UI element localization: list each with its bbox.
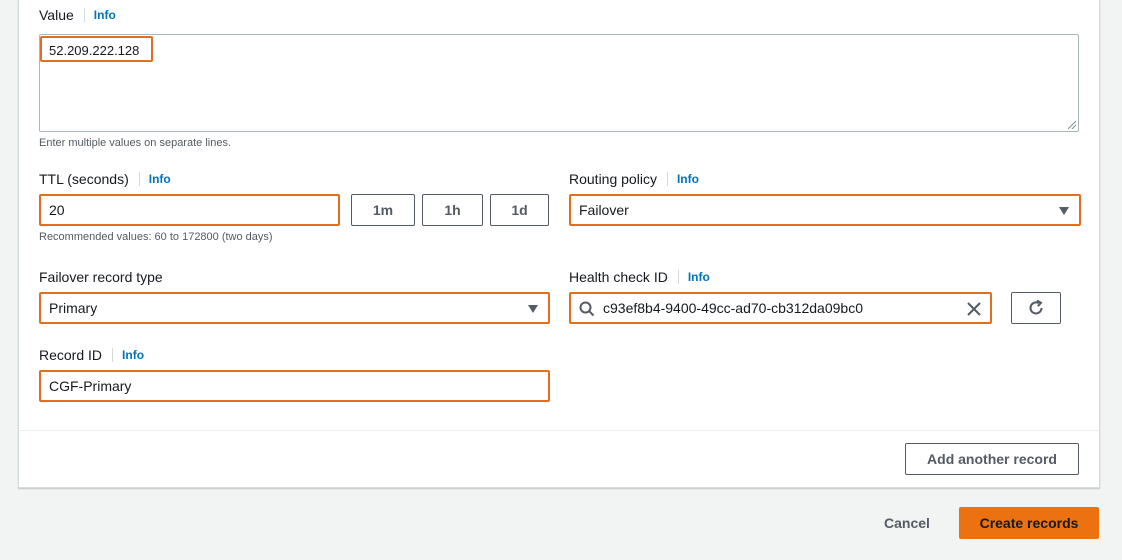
clear-icon[interactable] (966, 301, 982, 317)
ttl-1d-button[interactable]: 1d (490, 194, 549, 226)
caret-down-icon (1059, 207, 1069, 215)
cancel-button[interactable]: Cancel (872, 508, 942, 538)
routing-policy-label: Routing policy (569, 171, 657, 187)
record-id-label-row: Record ID Info (39, 347, 144, 363)
ttl-hint: Recommended values: 60 to 172800 (two da… (39, 231, 273, 243)
refresh-icon (1027, 299, 1045, 317)
value-label: Value (39, 7, 74, 23)
failover-type-value: Primary (49, 300, 98, 316)
health-check-label-row: Health check ID Info (569, 269, 710, 285)
health-check-input[interactable]: c93ef8b4-9400-49cc-ad70-cb312da09bc0 (569, 292, 992, 324)
value-textarea[interactable] (39, 34, 1079, 132)
value-label-row: Value Info (39, 7, 116, 23)
ttl-input[interactable]: 20 (39, 194, 340, 226)
resize-handle[interactable] (1068, 121, 1076, 129)
ttl-info-link[interactable]: Info (138, 172, 171, 186)
routing-policy-info-link[interactable]: Info (666, 172, 699, 186)
health-check-label: Health check ID (569, 269, 668, 285)
refresh-button[interactable] (1011, 292, 1061, 324)
ttl-1h-button[interactable]: 1h (422, 194, 483, 226)
value-text: 52.209.222.128 (40, 36, 153, 62)
record-form-card: Value Info 52.209.222.128 Enter multiple… (18, 0, 1100, 488)
add-another-record-button[interactable]: Add another record (905, 443, 1079, 475)
value-info-link[interactable]: Info (83, 8, 116, 22)
record-id-label: Record ID (39, 347, 103, 363)
ttl-label-row: TTL (seconds) Info (39, 171, 171, 187)
card-divider (19, 430, 1099, 431)
caret-down-icon (528, 305, 538, 313)
failover-type-label-row: Failover record type (39, 269, 163, 285)
create-records-button[interactable]: Create records (959, 507, 1099, 539)
ttl-1m-button[interactable]: 1m (351, 194, 415, 226)
record-id-info-link[interactable]: Info (112, 348, 144, 362)
health-check-info-link[interactable]: Info (677, 270, 710, 284)
search-icon (579, 301, 595, 317)
record-id-input[interactable]: CGF-Primary (39, 370, 550, 402)
ttl-label: TTL (seconds) (39, 171, 129, 187)
failover-type-label: Failover record type (39, 269, 163, 285)
failover-type-select[interactable]: Primary (39, 292, 550, 324)
routing-policy-label-row: Routing policy Info (569, 171, 699, 187)
value-hint: Enter multiple values on separate lines. (39, 137, 231, 149)
health-check-value: c93ef8b4-9400-49cc-ad70-cb312da09bc0 (603, 300, 863, 316)
routing-policy-select[interactable]: Failover (569, 194, 1081, 226)
routing-policy-value: Failover (579, 202, 629, 218)
